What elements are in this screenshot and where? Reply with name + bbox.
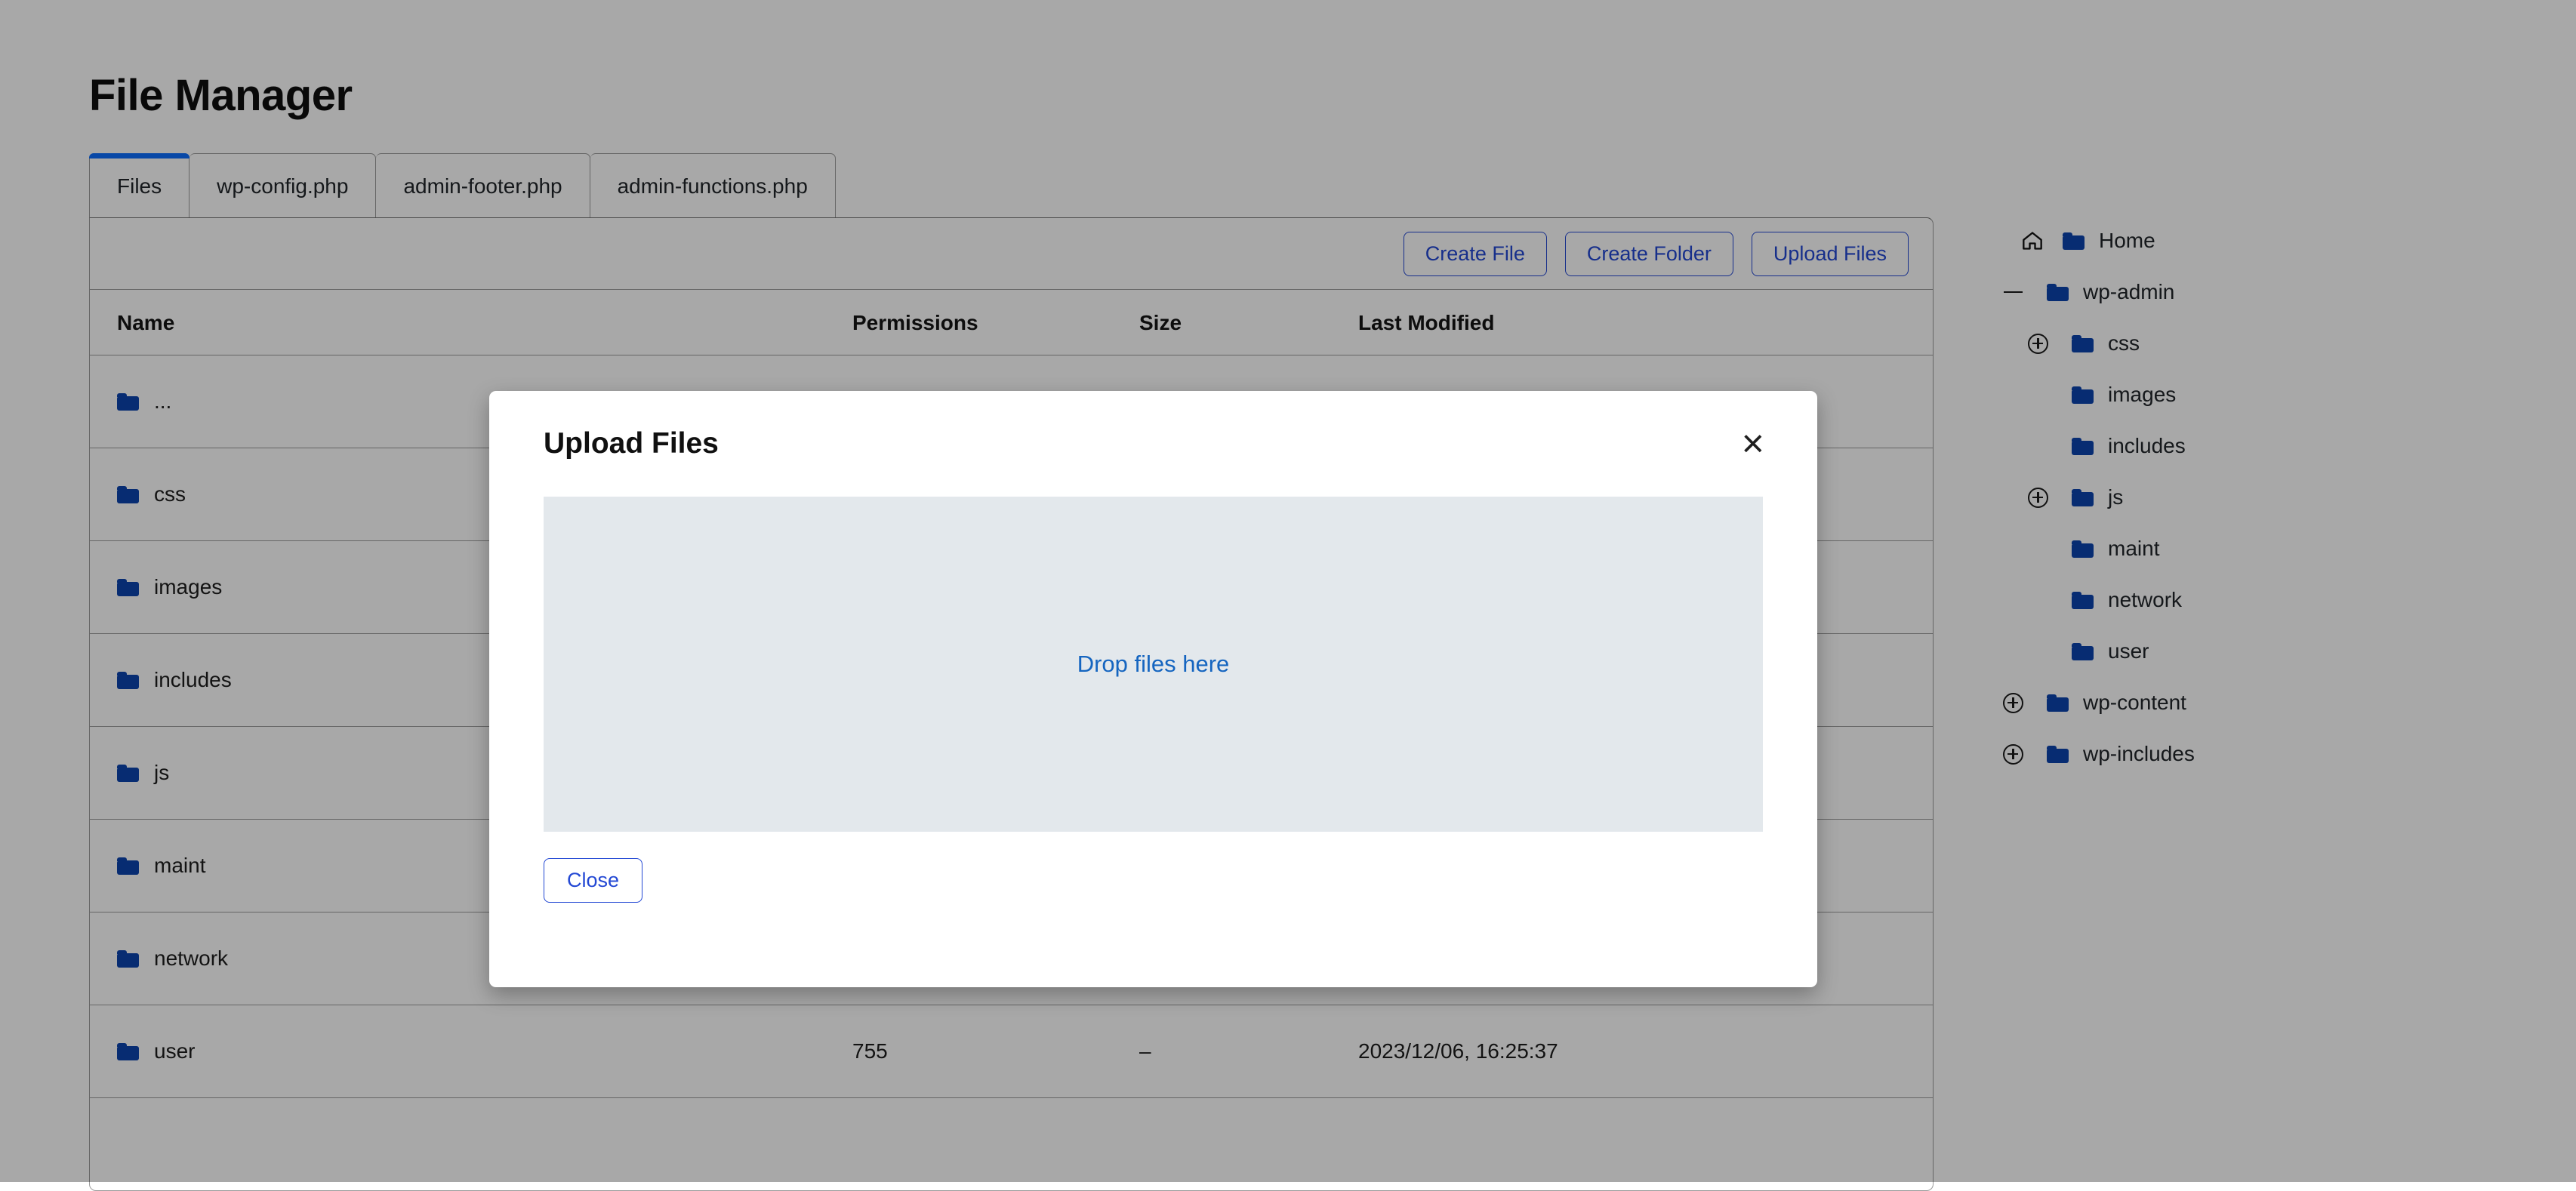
modal-header: Upload Files × (489, 391, 1817, 497)
dropzone-label: Drop files here (1077, 651, 1230, 678)
file-dropzone[interactable]: Drop files here (544, 497, 1763, 832)
close-button[interactable]: Close (544, 858, 642, 903)
modal-title: Upload Files (544, 427, 719, 460)
upload-files-modal: Upload Files × Drop files here Close (489, 391, 1817, 987)
close-icon[interactable]: × (1737, 424, 1769, 463)
modal-footer: Close (489, 832, 1817, 987)
